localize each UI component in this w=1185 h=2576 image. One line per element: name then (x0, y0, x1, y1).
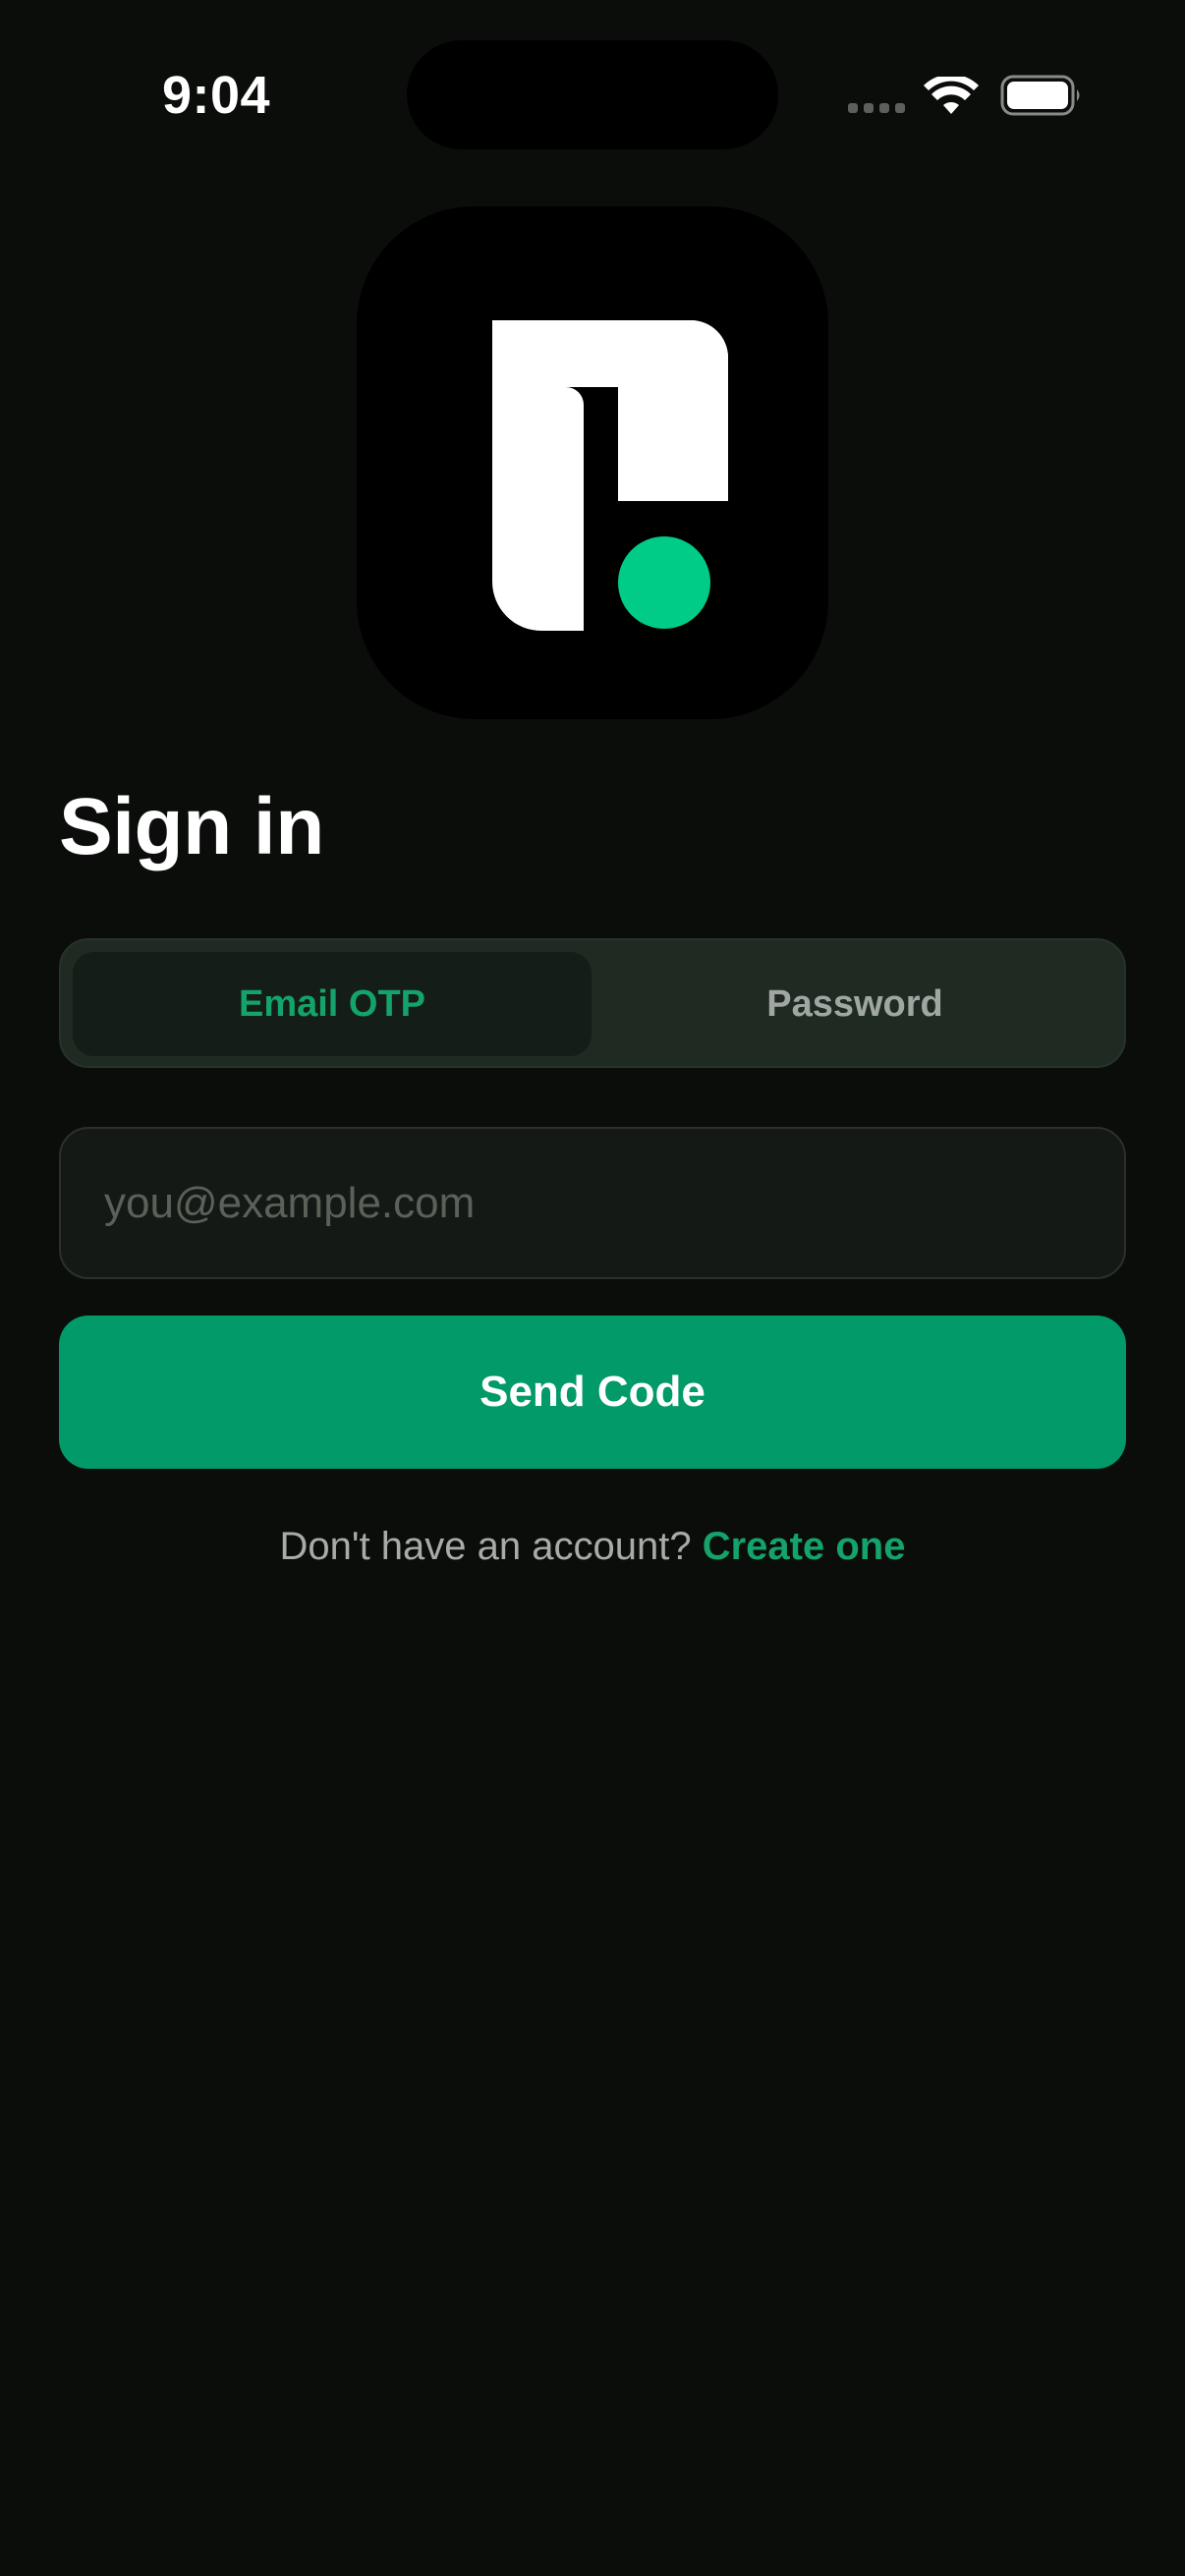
wifi-icon (924, 77, 979, 114)
send-code-button[interactable]: Send Code (59, 1316, 1126, 1469)
page-title: Sign in (59, 782, 324, 871)
status-time: 9:04 (162, 66, 271, 125)
battery-icon (1000, 75, 1080, 116)
signup-prompt-text: Don't have an account? (279, 1525, 703, 1568)
cellular-signal-icon (848, 103, 907, 115)
app-logo (357, 206, 828, 719)
logo-mark-icon (492, 320, 728, 631)
tab-email-otp[interactable]: Email OTP (73, 952, 592, 1056)
tab-password[interactable]: Password (595, 952, 1114, 1056)
create-account-link[interactable]: Create one (703, 1525, 906, 1568)
auth-method-switch: Email OTP Password (59, 938, 1126, 1068)
dynamic-island (407, 40, 778, 149)
signin-screen: 9:04 Sign in Email OTP Password you@exam… (0, 0, 1185, 2576)
signup-prompt: Don't have an account? Create one (0, 1525, 1185, 1569)
email-field[interactable] (59, 1127, 1126, 1279)
